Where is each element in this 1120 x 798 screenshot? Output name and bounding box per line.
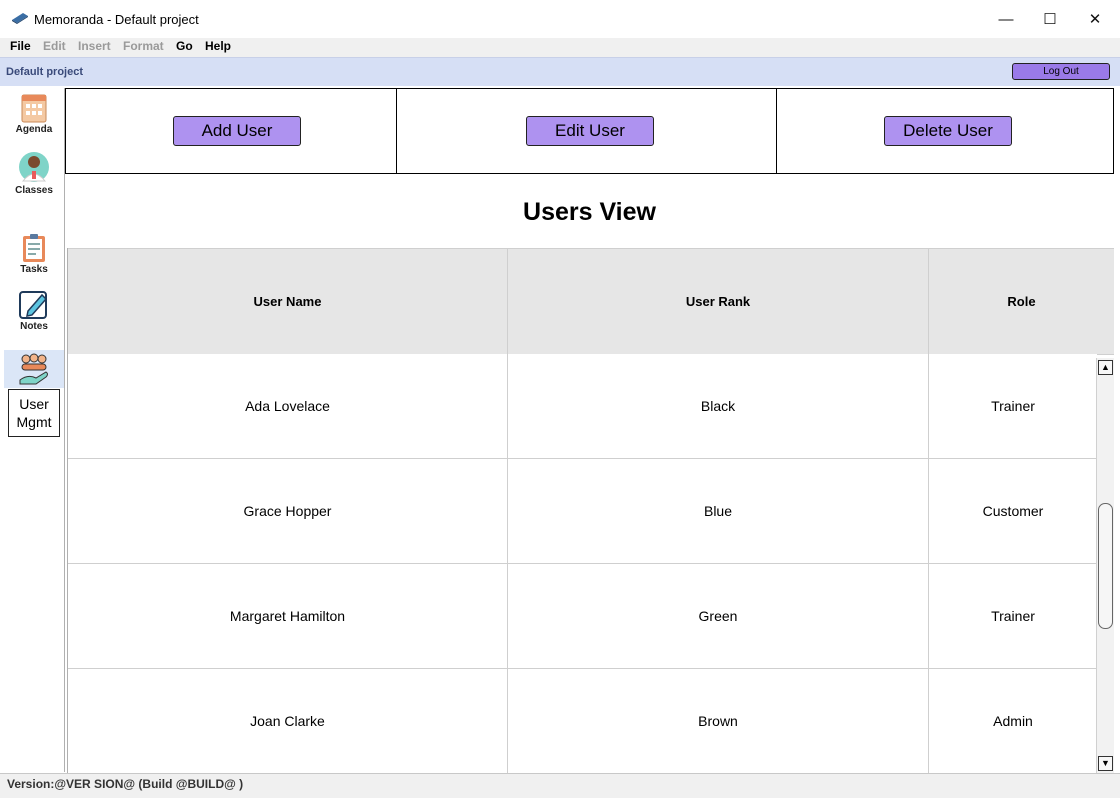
app-logo-icon [12, 13, 28, 24]
sidebar-item-label: Agenda [15, 124, 53, 135]
action-toolbar: Add User Edit User Delete User [65, 88, 1114, 174]
cell-role: Admin [993, 713, 1033, 729]
arrow-up-icon: ▲ [1101, 362, 1110, 372]
table-row[interactable]: Margaret Hamilton Green Trainer [68, 564, 1097, 669]
delete-user-cell: Delete User [776, 88, 1114, 174]
logout-button[interactable]: Log Out [1012, 63, 1110, 80]
sidebar-item-notes[interactable]: Notes [4, 289, 64, 332]
cell-user-rank: Green [508, 564, 929, 668]
title-bar: Memoranda - Default project — ☐ ✕ [0, 0, 1120, 38]
menu-edit[interactable]: Edit [43, 39, 66, 53]
sidebar-item-label-user-mgmt: User Mgmt [8, 389, 60, 437]
project-bar: Default project Log Out [0, 57, 1120, 86]
table-row[interactable]: Grace Hopper Blue Customer [68, 459, 1097, 564]
scroll-up-button[interactable]: ▲ [1098, 360, 1113, 375]
table-row[interactable]: Joan Clarke Brown Admin [68, 669, 1097, 774]
column-header-user-rank[interactable]: User Rank [508, 249, 929, 354]
cell-role: Customer [982, 503, 1044, 519]
sidebar-item-agenda[interactable]: Agenda [4, 92, 64, 135]
cell-user-name: Margaret Hamilton [68, 564, 508, 668]
close-button[interactable]: ✕ [1073, 8, 1117, 30]
maximize-icon: ☐ [1043, 11, 1057, 28]
menu-help[interactable]: Help [205, 39, 231, 53]
column-header-user-name[interactable]: User Name [68, 249, 508, 354]
menu-format[interactable]: Format [123, 39, 164, 53]
menu-go[interactable]: Go [176, 39, 193, 53]
table-row[interactable]: Ada Lovelace Black Trainer [68, 354, 1097, 459]
edit-user-cell: Edit User [396, 88, 777, 174]
sidebar-item-label: Classes [15, 185, 53, 196]
cell-role: Trainer [991, 608, 1035, 624]
sidebar-item-user-mgmt[interactable] [4, 350, 64, 388]
page-title: Users View [523, 198, 656, 226]
add-user-button[interactable]: Add User [173, 116, 301, 146]
minimize-icon: — [998, 10, 1014, 28]
agenda-icon [21, 94, 47, 123]
cell-user-rank: Brown [508, 669, 929, 773]
menu-bar: File Edit Insert Format Go Help [0, 38, 1120, 57]
minimize-button[interactable]: — [984, 8, 1028, 30]
version-text: Version:@VER SION@ (Build @BUILD@ ) [7, 777, 244, 791]
sidebar-item-tasks[interactable]: Tasks [4, 232, 64, 275]
sidebar-label-line: User [19, 396, 49, 412]
classes-icon [19, 152, 49, 182]
cell-role: Trainer [991, 398, 1035, 414]
sidebar-item-label: Tasks [20, 264, 48, 275]
table-scrollbar[interactable]: ▲ ▼ [1096, 358, 1114, 773]
cell-user-rank: Blue [508, 459, 929, 563]
sidebar-item-classes[interactable]: Classes [4, 151, 64, 196]
menu-insert[interactable]: Insert [78, 39, 111, 53]
cell-user-name: Joan Clarke [68, 669, 508, 773]
tasks-icon [23, 234, 45, 262]
close-icon: ✕ [1088, 11, 1102, 28]
cell-user-name: Grace Hopper [68, 459, 508, 563]
scroll-thumb[interactable] [1098, 503, 1113, 629]
project-name: Default project [6, 66, 84, 78]
cell-user-rank: Black [508, 354, 929, 458]
edit-user-button[interactable]: Edit User [526, 116, 654, 146]
cell-user-name: Ada Lovelace [68, 354, 508, 458]
scroll-down-button[interactable]: ▼ [1098, 756, 1113, 771]
user-mgmt-icon [19, 353, 48, 385]
menu-file[interactable]: File [10, 39, 31, 53]
table-header: User Name User Rank Role [68, 248, 1114, 355]
sidebar-label-line: Mgmt [16, 414, 52, 430]
window-title: Memoranda - Default project [34, 12, 199, 27]
notes-icon [19, 291, 48, 319]
delete-user-button[interactable]: Delete User [884, 116, 1012, 146]
sidebar-item-label: Notes [20, 321, 48, 332]
add-user-cell: Add User [65, 88, 398, 174]
maximize-button[interactable]: ☐ [1028, 8, 1072, 30]
arrow-down-icon: ▼ [1101, 758, 1110, 768]
users-table: User Name User Rank Role Ada Lovelace Bl… [67, 248, 1114, 774]
status-bar: Version:@VER SION@ (Build @BUILD@ ) [0, 773, 1120, 798]
column-header-role[interactable]: Role [929, 249, 1114, 354]
